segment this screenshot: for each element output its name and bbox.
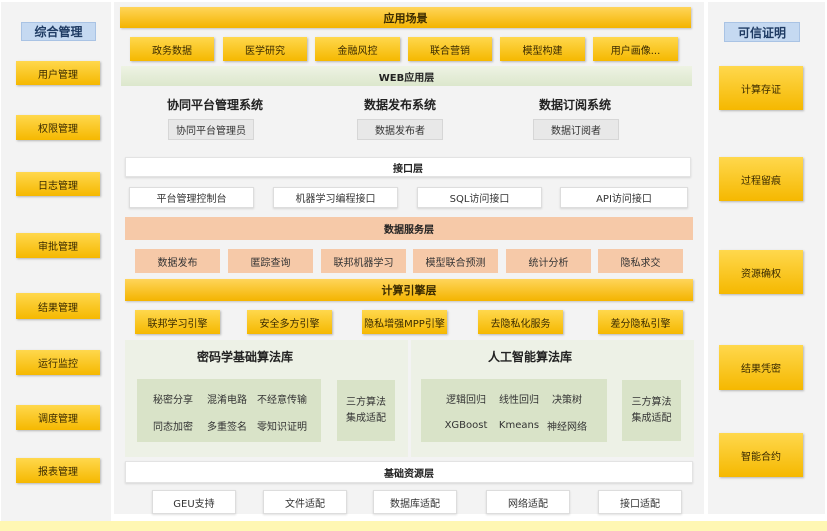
service-data-publish[interactable]: 数据发布 xyxy=(135,249,220,273)
left-item-approval-management[interactable]: 审批管理 xyxy=(16,233,100,258)
resource-database-adapter[interactable]: 数据库适配 xyxy=(373,490,457,514)
right-item-resource-rights[interactable]: 资源确权 xyxy=(719,250,803,294)
ai-library-title: 人工智能算法库 xyxy=(487,349,572,364)
left-item-user-management[interactable]: 用户管理 xyxy=(16,61,100,85)
interface-sql-access[interactable]: SQL访问接口 xyxy=(417,187,542,208)
right-item-smart-contract[interactable]: 智能合约 xyxy=(719,433,803,477)
web-layer-title: WEB应用层 xyxy=(121,66,692,86)
system-subscription-role[interactable]: 数据订阅者 xyxy=(533,119,619,140)
crypto-algo-multisignature: 多重签名 xyxy=(207,421,247,433)
crypto-algo-zero-knowledge: 零知识证明 xyxy=(257,421,307,433)
crypto-algo-secret-sharing: 秘密分享 xyxy=(153,394,193,406)
interface-api-access[interactable]: API访问接口 xyxy=(560,187,688,208)
crypto-algorithms-box xyxy=(137,379,321,442)
right-panel-title: 可信证明 xyxy=(724,22,800,42)
left-panel-title: 综合管理 xyxy=(21,22,96,41)
left-item-log-management[interactable]: 日志管理 xyxy=(16,172,100,196)
interface-layer-title: 接口层 xyxy=(125,157,691,177)
data-service-layer-title: 数据服务层 xyxy=(125,217,693,240)
engine-federated-learning[interactable]: 联邦学习引擎 xyxy=(135,310,220,334)
service-anonymous-query[interactable]: 匿踪查询 xyxy=(228,249,313,273)
crypto-algo-homomorphic-encryption: 同态加密 xyxy=(153,421,193,433)
resource-interface-adapter[interactable]: 接口适配 xyxy=(598,490,682,514)
crypto-algo-oblivious-transfer: 不经意传输 xyxy=(257,394,307,406)
engine-privacy-mpp[interactable]: 隐私增强MPP引擎 xyxy=(362,310,447,334)
engine-deprivatization[interactable]: 去隐私化服务 xyxy=(478,310,563,334)
left-item-run-monitoring[interactable]: 运行监控 xyxy=(16,350,100,375)
crypto-library-title: 密码学基础算法库 xyxy=(196,349,293,364)
left-item-scheduling-management[interactable]: 调度管理 xyxy=(16,405,100,430)
ai-algo-decision-tree: 决策树 xyxy=(552,394,582,406)
system-publishing-role[interactable]: 数据发布者 xyxy=(357,119,443,140)
ai-algo-linear-regression: 线性回归 xyxy=(499,394,539,406)
scenario-medical-research[interactable]: 医学研究 xyxy=(223,37,307,61)
resource-network-adapter[interactable]: 网络适配 xyxy=(486,490,570,514)
resource-geu-support[interactable]: GEU支持 xyxy=(152,490,236,514)
scenario-user-profile[interactable]: 用户画像... xyxy=(593,37,678,61)
right-item-computation-attestation[interactable]: 计算存证 xyxy=(719,66,803,110)
service-joint-prediction[interactable]: 模型联合预测 xyxy=(413,249,498,273)
ai-algorithms-box xyxy=(421,379,607,442)
ai-algo-logistic-regression: 逻辑回归 xyxy=(446,394,486,406)
engine-differential-privacy[interactable]: 差分隐私引擎 xyxy=(598,310,683,334)
resource-file-adapter[interactable]: 文件适配 xyxy=(263,490,347,514)
system-publishing-name: 数据发布系统 xyxy=(363,97,436,112)
right-item-result-credential[interactable]: 结果凭密 xyxy=(719,345,803,390)
base-resource-layer-title: 基础资源层 xyxy=(125,461,693,483)
crypto-third-party-adapter[interactable]: 三方算法集成适配 xyxy=(337,380,395,441)
crypto-algo-garbled-circuit: 混淆电路 xyxy=(207,394,247,406)
scenario-government-data[interactable]: 政务数据 xyxy=(130,37,214,61)
left-item-result-management[interactable]: 结果管理 xyxy=(16,293,100,319)
ai-algo-kmeans: Kmeans xyxy=(498,419,540,431)
ai-third-party-adapter[interactable]: 三方算法集成适配 xyxy=(622,380,681,441)
engine-secure-multiparty[interactable]: 安全多方引擎 xyxy=(247,310,332,334)
scenario-model-building[interactable]: 模型构建 xyxy=(500,37,585,61)
scenario-joint-marketing[interactable]: 联合营销 xyxy=(408,37,492,61)
left-item-report-management[interactable]: 报表管理 xyxy=(16,458,100,483)
scenarios-title: 应用场景 xyxy=(120,7,691,28)
bottom-strip xyxy=(0,521,827,531)
system-subscription-name: 数据订阅系统 xyxy=(538,97,611,112)
interface-ml-programming[interactable]: 机器学习编程接口 xyxy=(273,187,398,208)
ai-algo-neural-network: 神经网络 xyxy=(547,421,587,433)
service-statistical-analysis[interactable]: 统计分析 xyxy=(506,249,591,273)
compute-engine-layer-title: 计算引擎层 xyxy=(125,279,693,301)
system-coordination-name: 协同平台管理系统 xyxy=(166,97,263,112)
right-item-process-trace[interactable]: 过程留痕 xyxy=(719,157,803,201)
interface-platform-console[interactable]: 平台管理控制台 xyxy=(129,187,254,208)
ai-algo-xgboost: XGBoost xyxy=(444,419,488,431)
service-private-intersection[interactable]: 隐私求交 xyxy=(598,249,683,273)
left-item-permission-management[interactable]: 权限管理 xyxy=(16,115,100,140)
scenario-financial-risk[interactable]: 金融风控 xyxy=(315,37,400,61)
service-federated-ml[interactable]: 联邦机器学习 xyxy=(321,249,406,273)
system-coordination-role[interactable]: 协同平台管理员 xyxy=(168,119,254,140)
